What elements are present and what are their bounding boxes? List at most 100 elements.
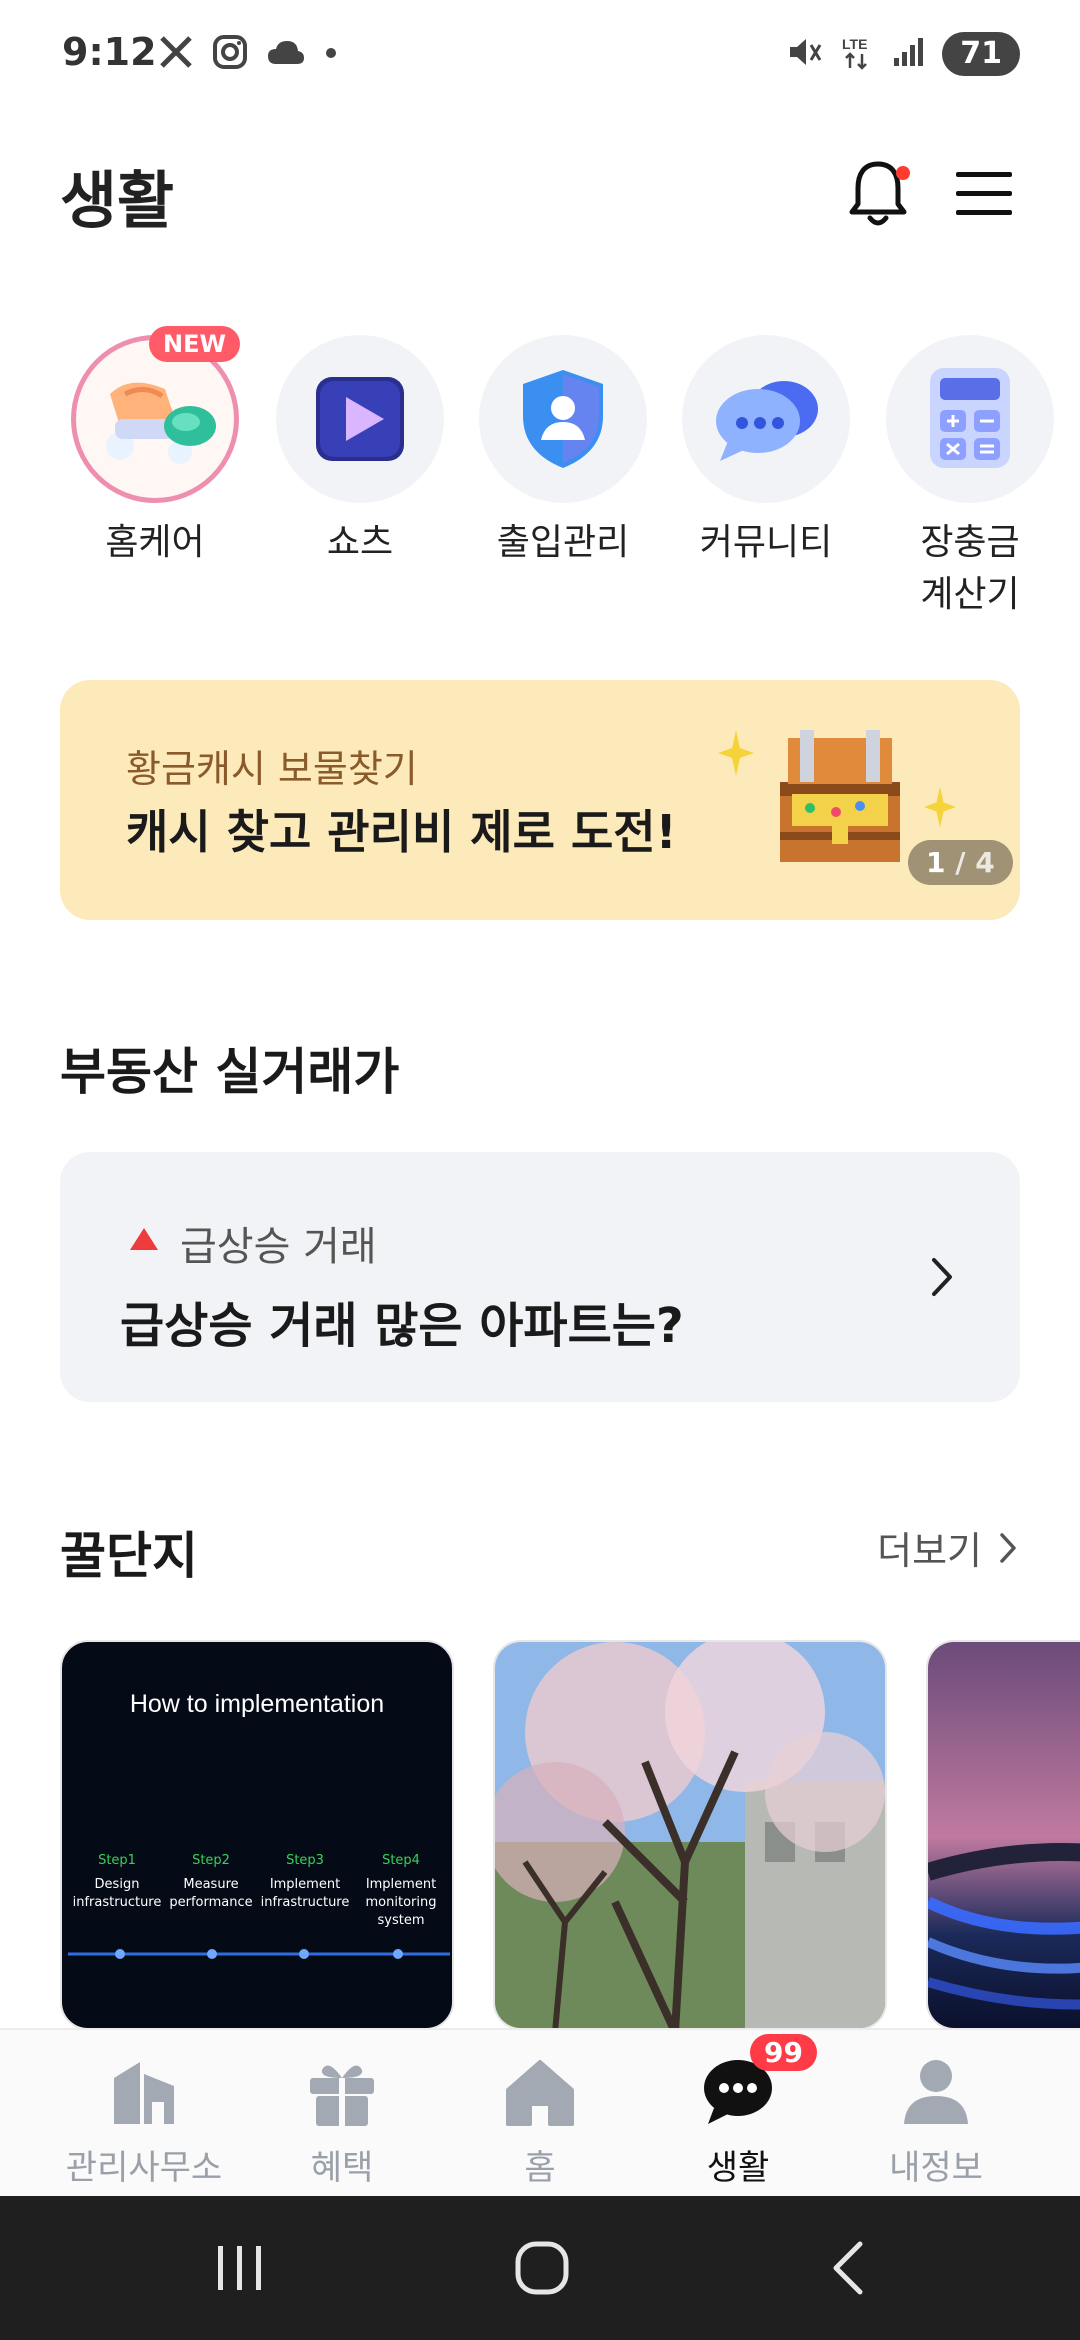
quick-menu-homecare[interactable]: NEW 홈케어 <box>55 326 255 569</box>
gift-icon <box>302 2052 382 2132</box>
lte-icon: LTE <box>840 34 874 74</box>
quick-menu-label: 쇼츠 <box>326 522 394 563</box>
building-icon <box>104 2052 184 2132</box>
play-icon <box>316 377 404 461</box>
community-icon-circle <box>682 335 850 503</box>
banner-page-current: 1 <box>926 846 946 879</box>
page-title: 생활 <box>60 164 175 237</box>
tip-step-text: Implement <box>269 1877 341 1892</box>
shield-user-icon <box>523 370 603 468</box>
trending-up-icon <box>130 1228 158 1250</box>
svg-text:LTE: LTE <box>842 36 867 52</box>
nav-label: 홈 <box>524 2148 556 2188</box>
cherry-blossom-image <box>495 1642 885 2028</box>
new-badge: NEW <box>149 326 240 362</box>
bottom-navigation: 관리사무소 혜택 홈 99 생활 내정보 <box>0 2028 1080 2196</box>
app-header: 생활 <box>0 140 1080 250</box>
menu-button[interactable] <box>952 166 1016 222</box>
quick-menu-label-line2: 계산기 <box>920 574 1020 615</box>
notification-dot <box>896 166 910 180</box>
recent-apps-icon[interactable] <box>212 2240 268 2296</box>
quick-menu-calculator[interactable]: 장충금 계산기 <box>870 335 1070 621</box>
bell-icon <box>849 161 907 226</box>
status-system-icons: LTE 71 <box>786 32 1020 76</box>
access-icon-circle <box>479 335 647 503</box>
banner-subtitle: 황금캐시 보물찾기 <box>126 747 418 791</box>
tip-step-4: Step4 Implement monitoring system <box>352 1852 450 1930</box>
tip-step-text: infrastructure <box>260 1895 350 1910</box>
battery-indicator: 71 <box>942 32 1020 76</box>
sparkle-icon <box>718 730 754 776</box>
hamburger-icon <box>956 172 1012 215</box>
chevron-right-icon <box>1000 1532 1016 1563</box>
starry-night-image <box>928 1642 1080 2028</box>
nav-tab-office[interactable]: 관리사무소 <box>44 2052 244 2189</box>
tip-card-photo[interactable] <box>926 1640 1080 2030</box>
status-bar: 9:12 LTE 71 <box>0 0 1080 110</box>
home-button-icon[interactable] <box>512 2238 572 2298</box>
see-more-label: 더보기 <box>877 1529 982 1573</box>
chat-bubble-icon <box>716 381 818 461</box>
status-notification-icons <box>158 34 338 74</box>
cleaning-brush-icon <box>106 382 216 464</box>
nav-badge: 99 <box>750 2034 817 2071</box>
quick-menu-label: 커뮤니티 <box>699 522 833 563</box>
quick-menu-label: 출입관리 <box>496 522 630 563</box>
nav-label: 생활 <box>706 2148 770 2188</box>
banner-title: 캐시 찾고 관리비 제로 도전! <box>126 805 677 859</box>
system-navigation-bar <box>0 2196 1080 2340</box>
quick-menu-community[interactable]: 커뮤니티 <box>666 335 866 569</box>
tip-step-text: Design <box>94 1877 140 1892</box>
real-estate-title: 급상승 거래 많은 아파트는? <box>120 1298 684 1354</box>
real-estate-tag: 급상승 거래 <box>180 1224 377 1270</box>
mute-icon <box>786 34 822 74</box>
tip-step-3: Step3 Implement infrastructure <box>258 1852 352 1912</box>
tip-step-label: Step4 <box>382 1853 420 1868</box>
chat-icon: 99 <box>698 2034 817 2132</box>
quick-menu: NEW 홈케어 쇼츠 출입관리 커뮤니티 장충금 계산기 <box>0 326 1080 635</box>
real-estate-section-title: 부동산 실거래가 <box>60 1043 400 1101</box>
treasure-chest-icon <box>780 730 900 862</box>
nav-label: 혜택 <box>310 2148 374 2188</box>
tip-card-heading: How to implementation <box>129 1690 385 1718</box>
shorts-icon-circle <box>276 335 444 503</box>
nav-label: 내정보 <box>889 2148 983 2188</box>
quick-menu-label: 홈케어 <box>105 522 205 563</box>
tip-step-text: infrastructure <box>72 1895 162 1910</box>
promo-banner[interactable]: 황금캐시 보물찾기 캐시 찾고 관리비 제로 도전! 1 / 4 <box>60 680 1020 920</box>
sparkle-icon <box>924 786 956 828</box>
instagram-icon <box>212 34 248 74</box>
quick-menu-access[interactable]: 출입관리 <box>463 335 663 569</box>
tip-step-label: Step1 <box>98 1853 136 1868</box>
dot-icon <box>324 45 338 64</box>
quick-menu-label-multiline: 장충금 계산기 <box>870 517 1070 621</box>
nav-tab-profile[interactable]: 내정보 <box>836 2052 1036 2189</box>
cloud-icon <box>266 38 306 70</box>
back-icon[interactable] <box>826 2238 870 2298</box>
calculator-icon-circle <box>886 335 1054 503</box>
tip-step-label: Step3 <box>286 1853 324 1868</box>
user-icon <box>896 2052 976 2132</box>
homecare-icon-circle: NEW <box>71 326 240 503</box>
nav-tab-benefits[interactable]: 혜택 <box>242 2052 442 2189</box>
nav-label: 관리사무소 <box>65 2148 223 2188</box>
real-estate-card[interactable]: 급상승 거래 급상승 거래 많은 아파트는? <box>60 1152 1020 1402</box>
banner-page-indicator: 1 / 4 <box>908 840 1013 885</box>
nav-tab-home[interactable]: 홈 <box>440 2052 640 2189</box>
quick-menu-shorts[interactable]: 쇼츠 <box>260 335 460 569</box>
tip-step-text: performance <box>169 1895 253 1910</box>
banner-page-total: 4 <box>975 846 995 879</box>
tip-step-1: Step1 Design infrastructure <box>70 1852 164 1912</box>
calculator-icon <box>930 368 1010 468</box>
tip-step-text: monitoring system <box>365 1895 437 1928</box>
tips-section-title: 꿀단지 <box>60 1527 198 1585</box>
tip-card[interactable]: How to implementation Step1 Design infra… <box>60 1640 454 2030</box>
nav-tab-life[interactable]: 99 생활 <box>638 2034 838 2189</box>
notification-button[interactable] <box>842 150 914 234</box>
home-icon <box>500 2052 580 2132</box>
quick-menu-label-line1: 장충금 <box>920 522 1020 563</box>
tip-card-photo[interactable] <box>493 1640 887 2030</box>
see-more-link[interactable]: 더보기 <box>877 1520 1018 1575</box>
timeline-line <box>68 1949 450 1959</box>
tip-step-text: Implement <box>365 1877 437 1892</box>
